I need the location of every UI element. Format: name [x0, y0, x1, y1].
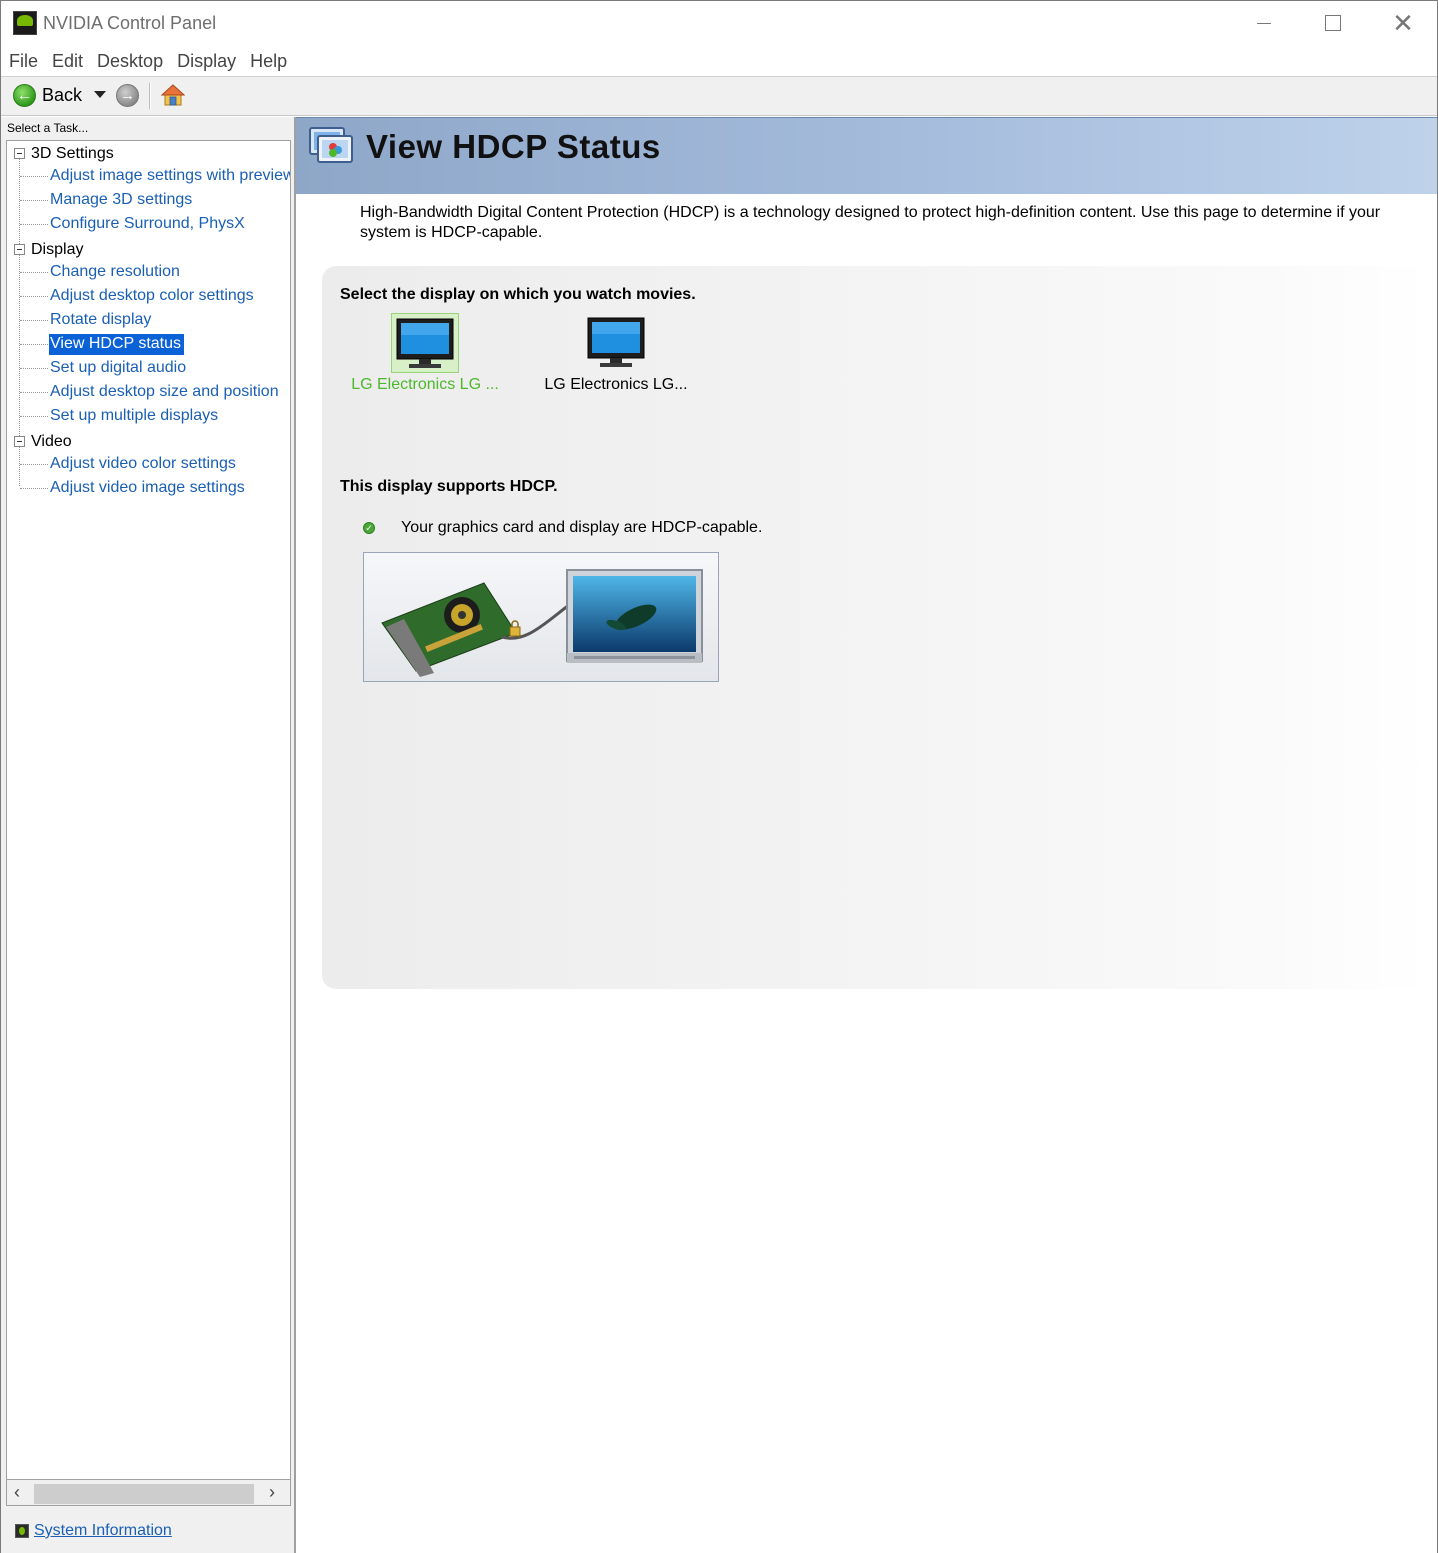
close-button[interactable]: ✕ [1368, 1, 1438, 45]
menu-help[interactable]: Help [243, 51, 294, 72]
menu-desktop[interactable]: Desktop [90, 51, 170, 72]
graphics-card-icon [381, 582, 517, 677]
hdcp-status-message: Your graphics card and display are HDCP-… [401, 519, 763, 536]
tree-item-adjust-desktop-color[interactable]: Adjust desktop color settings [49, 286, 257, 307]
tree-group-3d-settings[interactable]: 3D Settings [31, 145, 114, 163]
collapse-display-icon[interactable] [14, 244, 25, 255]
maximize-button[interactable] [1298, 1, 1368, 45]
tree-group-display[interactable]: Display [31, 241, 83, 259]
tree-item-adjust-video-color[interactable]: Adjust video color settings [49, 454, 239, 475]
display-option-2[interactable]: LG Electronics LG... [531, 313, 701, 394]
tv-monitor-icon [566, 569, 703, 663]
minimize-icon [1257, 22, 1271, 24]
tree-line [19, 159, 20, 246]
menu-bar: File Edit Desktop Display Help [1, 47, 1437, 75]
tree-line [20, 224, 48, 225]
tree-item-configure-surround[interactable]: Configure Surround, PhysX [49, 214, 248, 235]
monitor-icon [582, 313, 650, 373]
tree-item-change-resolution[interactable]: Change resolution [49, 262, 183, 283]
tree-line [20, 176, 48, 177]
hdcp-status-line: ✓ Your graphics card and display are HDC… [363, 519, 762, 537]
tree-line [20, 464, 48, 465]
page-title: View HDCP Status [366, 128, 661, 165]
tree-line [20, 488, 48, 489]
checkmark-icon: ✓ [363, 522, 375, 534]
back-button[interactable]: ← Back [13, 84, 82, 107]
scrollbar-thumb[interactable] [34, 1484, 254, 1504]
menu-display[interactable]: Display [170, 51, 243, 72]
monitor-icon [391, 313, 459, 373]
collapse-video-icon[interactable] [14, 436, 25, 447]
toolbar: ← Back → [1, 76, 1437, 116]
nvidia-logo-icon [13, 11, 37, 35]
tree-item-rotate-display[interactable]: Rotate display [49, 310, 154, 331]
display-1-label: LG Electronics LG ... [351, 376, 499, 393]
task-pane: Select a Task... 3D Settings Adjust imag… [1, 117, 294, 1553]
tree-line [20, 320, 48, 321]
hdcp-panel: Select the display on which you watch mo… [322, 266, 1432, 989]
main-content: View HDCP Status High-Bandwidth Digital … [296, 117, 1437, 1553]
lock-icon [509, 620, 521, 637]
hdcp-illustration [363, 552, 719, 682]
display-2-label: LG Electronics LG... [544, 376, 688, 393]
tree-line [20, 416, 48, 417]
tree-item-adjust-desktop-size[interactable]: Adjust desktop size and position [49, 382, 282, 403]
title-bar: NVIDIA Control Panel ✕ [1, 1, 1437, 45]
nvidia-control-panel-window: NVIDIA Control Panel ✕ File Edit Desktop… [0, 0, 1438, 1553]
display-page-icon [309, 127, 353, 163]
tree-line [19, 255, 20, 438]
page-banner: View HDCP Status [296, 117, 1437, 194]
tree-item-set-up-multiple-displays[interactable]: Set up multiple displays [49, 406, 221, 427]
display-option-1[interactable]: LG Electronics LG ... [340, 313, 510, 394]
toolbar-separator [149, 83, 150, 109]
tree-line [20, 344, 48, 345]
back-label: Back [42, 85, 83, 105]
tree-group-video[interactable]: Video [31, 433, 72, 451]
scroll-left-icon[interactable]: ‹ [14, 1482, 20, 1503]
forward-button[interactable]: → [116, 84, 139, 107]
home-icon[interactable] [161, 83, 185, 107]
collapse-3d-settings-icon[interactable] [14, 148, 25, 159]
scroll-right-icon[interactable]: › [269, 1482, 275, 1503]
menu-file[interactable]: File [1, 51, 45, 72]
tree-item-set-up-digital-audio[interactable]: Set up digital audio [49, 358, 189, 379]
minimize-button[interactable] [1229, 1, 1299, 45]
tree-item-view-hdcp-status[interactable]: View HDCP status [49, 334, 185, 355]
tree-line [20, 368, 48, 369]
tree-line [20, 296, 48, 297]
maximize-icon [1325, 15, 1341, 31]
page-description: High-Bandwidth Digital Content Protectio… [360, 204, 1381, 241]
hdcp-status-heading: This display supports HDCP. [340, 478, 558, 495]
tree-item-adjust-video-image[interactable]: Adjust video image settings [49, 478, 248, 499]
system-info-icon [15, 1524, 29, 1538]
tree-line [20, 272, 48, 273]
horizontal-scrollbar[interactable]: ‹ › [6, 1480, 291, 1506]
system-information-link[interactable]: System Information [15, 1522, 172, 1540]
tree-line [20, 200, 48, 201]
tree-item-adjust-image-settings[interactable]: Adjust image settings with preview [49, 166, 290, 187]
system-information-label[interactable]: System Information [34, 1522, 172, 1540]
menu-edit[interactable]: Edit [45, 51, 90, 72]
select-display-heading: Select the display on which you watch mo… [340, 286, 696, 303]
back-arrow-icon: ← [13, 84, 36, 107]
close-icon: ✕ [1392, 8, 1414, 38]
select-task-label: Select a Task... [7, 121, 89, 135]
tree-line [19, 447, 20, 486]
forward-arrow-icon: → [120, 87, 135, 104]
tree-item-manage-3d-settings[interactable]: Manage 3D settings [49, 190, 195, 211]
tree-line [20, 392, 48, 393]
back-history-dropdown-icon[interactable] [94, 91, 106, 98]
task-tree[interactable]: 3D Settings Adjust image settings with p… [6, 140, 291, 1480]
window-title: NVIDIA Control Panel [43, 13, 217, 33]
